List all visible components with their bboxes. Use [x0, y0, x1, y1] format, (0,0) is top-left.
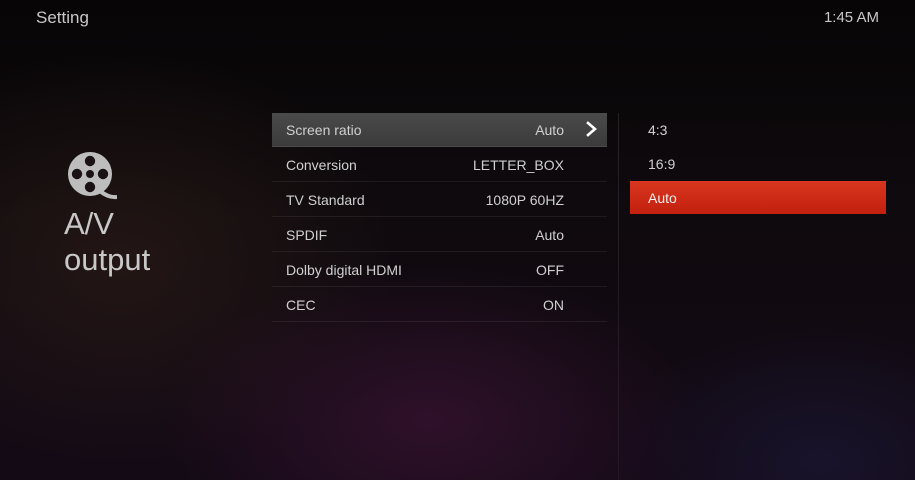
- option-label: Auto: [648, 190, 677, 206]
- option-label: 16:9: [648, 156, 676, 172]
- clock: 1:45 AM: [823, 9, 879, 26]
- menu-item-screen-ratio[interactable]: Screen ratio Auto: [272, 113, 607, 147]
- menu-item-label: CEC: [286, 297, 316, 313]
- option-label: 4:3: [648, 122, 668, 138]
- menu-item-label: Dolby digital HDMI: [286, 262, 402, 278]
- options-list: 4:3 16:9 Auto: [630, 113, 886, 215]
- menu-item-value: 1080P 60HZ: [485, 192, 564, 208]
- menu-item-label: Screen ratio: [286, 122, 362, 138]
- settings-menu: Screen ratio Auto Conversion LETTER_BOX …: [272, 113, 607, 323]
- option-4-3[interactable]: 4:3: [630, 113, 886, 146]
- page-title: Setting: [36, 8, 89, 27]
- menu-item-conversion[interactable]: Conversion LETTER_BOX: [272, 148, 607, 182]
- menu-item-tv-standard[interactable]: TV Standard 1080P 60HZ: [272, 183, 607, 217]
- option-auto[interactable]: Auto: [630, 181, 886, 214]
- menu-item-value: Auto: [535, 227, 564, 243]
- panel-divider: [618, 113, 619, 480]
- menu-item-label: Conversion: [286, 157, 357, 173]
- menu-item-value: ON: [543, 297, 564, 313]
- section-header: A/V output: [64, 150, 244, 278]
- film-reel-icon: [68, 152, 117, 200]
- menu-item-value: LETTER_BOX: [472, 157, 564, 173]
- option-16-9[interactable]: 16:9: [630, 147, 886, 180]
- chevron-right-icon: [586, 121, 597, 137]
- menu-item-value: OFF: [536, 262, 564, 278]
- menu-item-label: SPDIF: [286, 227, 328, 243]
- menu-item-cec[interactable]: CEC ON: [272, 288, 607, 322]
- menu-item-label: TV Standard: [286, 192, 365, 208]
- menu-item-dolby-digital-hdmi[interactable]: Dolby digital HDMI OFF: [272, 253, 607, 287]
- menu-item-spdif[interactable]: SPDIF Auto: [272, 218, 607, 252]
- section-title: A/V output: [64, 206, 151, 277]
- menu-item-value: Auto: [535, 122, 564, 138]
